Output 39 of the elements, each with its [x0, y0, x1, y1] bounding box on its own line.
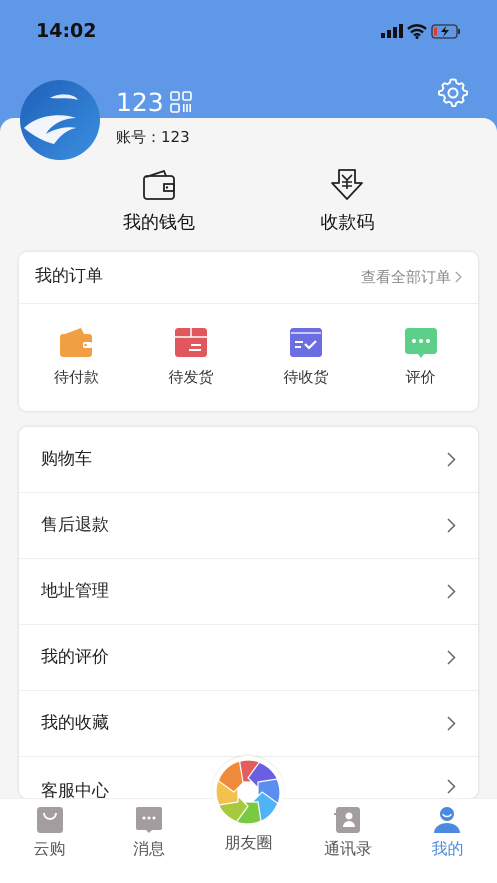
menu-item[interactable]: 我的收藏: [19, 691, 478, 757]
order-status-button[interactable]: 待收货: [248, 326, 364, 389]
orders-title: 我的订单: [35, 265, 103, 288]
status-time: 14:02: [36, 18, 96, 44]
chevron-icon: [447, 779, 456, 794]
chevron-icon: [447, 584, 456, 599]
shopping-bag-icon: [36, 806, 64, 834]
menu-item[interactable]: 购物车: [19, 427, 478, 493]
view-all-orders-link[interactable]: 查看全部订单: [361, 266, 462, 288]
contact-book-icon: [334, 806, 362, 834]
tab-bar-item[interactable]: 消息: [99, 799, 199, 883]
tab-bar-item[interactable]: 云购: [0, 799, 100, 883]
order-status-button[interactable]: 待付款: [19, 326, 134, 389]
yuan-arrow-icon: [330, 168, 364, 200]
wallet-button[interactable]: 我的钱包: [112, 168, 205, 236]
order-status-button[interactable]: 待发货: [134, 326, 248, 389]
menu-item[interactable]: 我的评价: [19, 625, 478, 691]
chevron-icon: [455, 271, 462, 283]
wallet-icon: [142, 168, 176, 200]
chevron-icon: [447, 452, 456, 467]
chevron-icon: [447, 650, 456, 665]
chat-bubble-icon: [135, 806, 164, 834]
signal-icon: [381, 24, 403, 38]
tab-bar-item[interactable]: 通讯录: [298, 799, 398, 883]
receive-code-button[interactable]: 收款码: [310, 168, 384, 236]
profile-name: 123: [116, 87, 164, 119]
battery-icon: [431, 24, 461, 38]
aperture-icon: [216, 760, 280, 824]
order-status-button[interactable]: 评价: [363, 326, 478, 389]
wifi-icon: [407, 24, 427, 38]
account-number: 账号：123: [116, 127, 191, 148]
chevron-icon: [447, 518, 456, 533]
chevron-icon: [447, 716, 456, 731]
settings-icon[interactable]: [437, 77, 469, 109]
menu-item[interactable]: 地址管理: [19, 559, 478, 625]
menu-item[interactable]: 客服中心: [19, 757, 478, 798]
qr-code-icon[interactable]: [170, 91, 192, 113]
user-icon: [433, 806, 462, 834]
menu-item[interactable]: 售后退款: [19, 493, 478, 559]
